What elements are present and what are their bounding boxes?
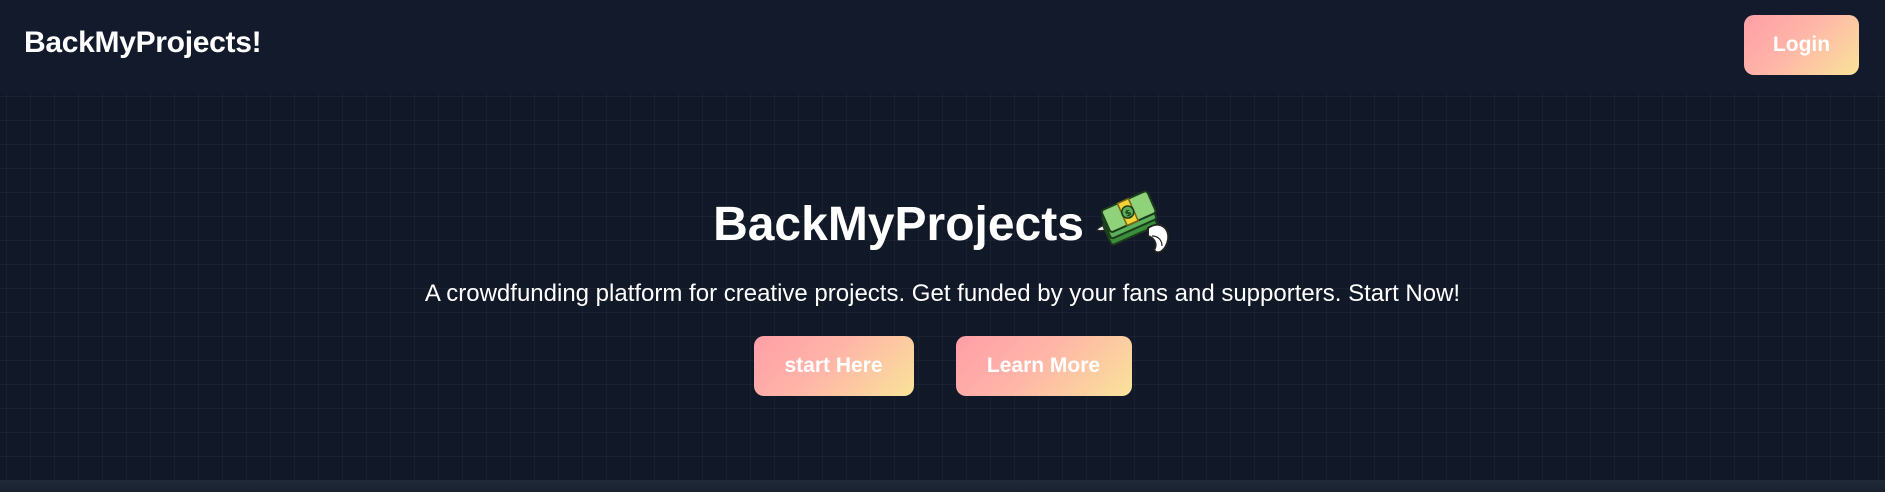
hero-actions: start Here Learn More: [0, 336, 1885, 396]
section-divider: [0, 480, 1885, 492]
money-with-wings-icon: $: [1092, 184, 1172, 260]
hero-section: BackMyProjects $ A crowdfunding platform…: [0, 92, 1885, 480]
login-button[interactable]: Login: [1744, 15, 1859, 75]
learn-more-button[interactable]: Learn More: [955, 336, 1132, 396]
brand-logo-text[interactable]: BackMyProjects!: [24, 26, 262, 60]
start-here-button[interactable]: start Here: [753, 336, 914, 396]
hero-title-row: BackMyProjects $: [0, 186, 1885, 262]
hero-title: BackMyProjects: [713, 197, 1084, 251]
top-navbar: BackMyProjects! Login: [0, 0, 1885, 92]
hero-subtitle: A crowdfunding platform for creative pro…: [424, 280, 1461, 307]
